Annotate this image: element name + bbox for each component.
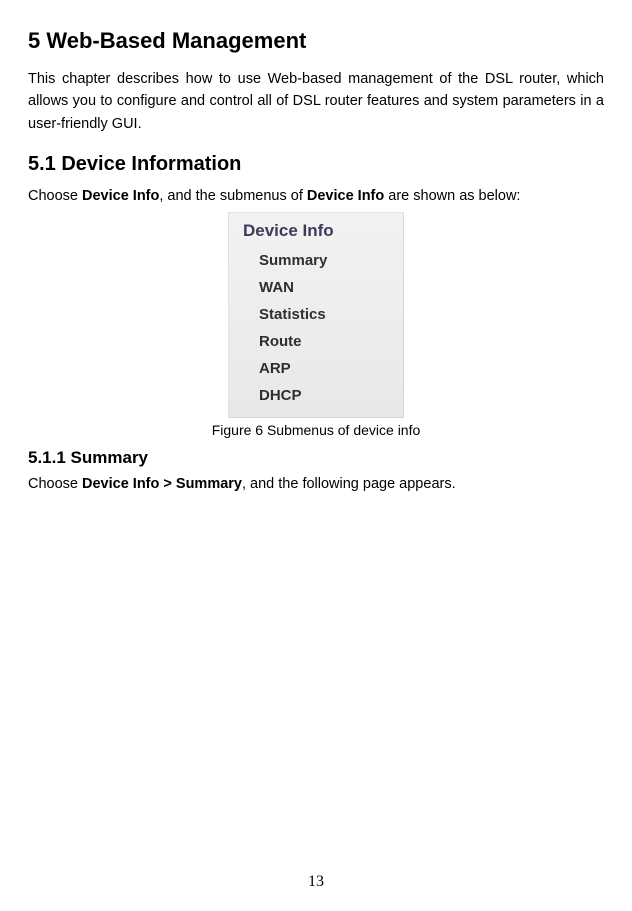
menu-item-summary: Summary: [243, 247, 393, 274]
text-bold: Device Info > Summary: [82, 476, 242, 492]
text-fragment: Choose: [28, 188, 82, 204]
device-info-menu: Device Info Summary WAN Statistics Route…: [228, 212, 404, 418]
text-fragment: Choose: [28, 476, 82, 492]
intro-paragraph: This chapter describes how to use Web-ba…: [28, 68, 604, 135]
subsection-text: Choose Device Info > Summary, and the fo…: [28, 474, 604, 496]
section-heading: 5.1 Device Information: [28, 153, 604, 176]
menu-item-wan: WAN: [243, 274, 393, 301]
section-text: Choose Device Info, and the submenus of …: [28, 186, 604, 208]
menu-item-arp: ARP: [243, 355, 393, 382]
page-number: 13: [0, 873, 632, 891]
text-fragment: , and the submenus of: [159, 188, 307, 204]
text-bold: Device Info: [82, 188, 159, 204]
chapter-heading: 5 Web-Based Management: [28, 28, 604, 54]
menu-item-dhcp: DHCP: [243, 382, 393, 409]
menu-item-route: Route: [243, 328, 393, 355]
text-bold: Device Info: [307, 188, 384, 204]
menu-title: Device Info: [243, 221, 393, 241]
menu-item-statistics: Statistics: [243, 301, 393, 328]
figure-container: Device Info Summary WAN Statistics Route…: [28, 212, 604, 438]
text-fragment: , and the following page appears.: [242, 476, 456, 492]
text-fragment: are shown as below:: [384, 188, 520, 204]
subsection-heading: 5.1.1 Summary: [28, 448, 604, 468]
figure-caption: Figure 6 Submenus of device info: [212, 422, 421, 438]
